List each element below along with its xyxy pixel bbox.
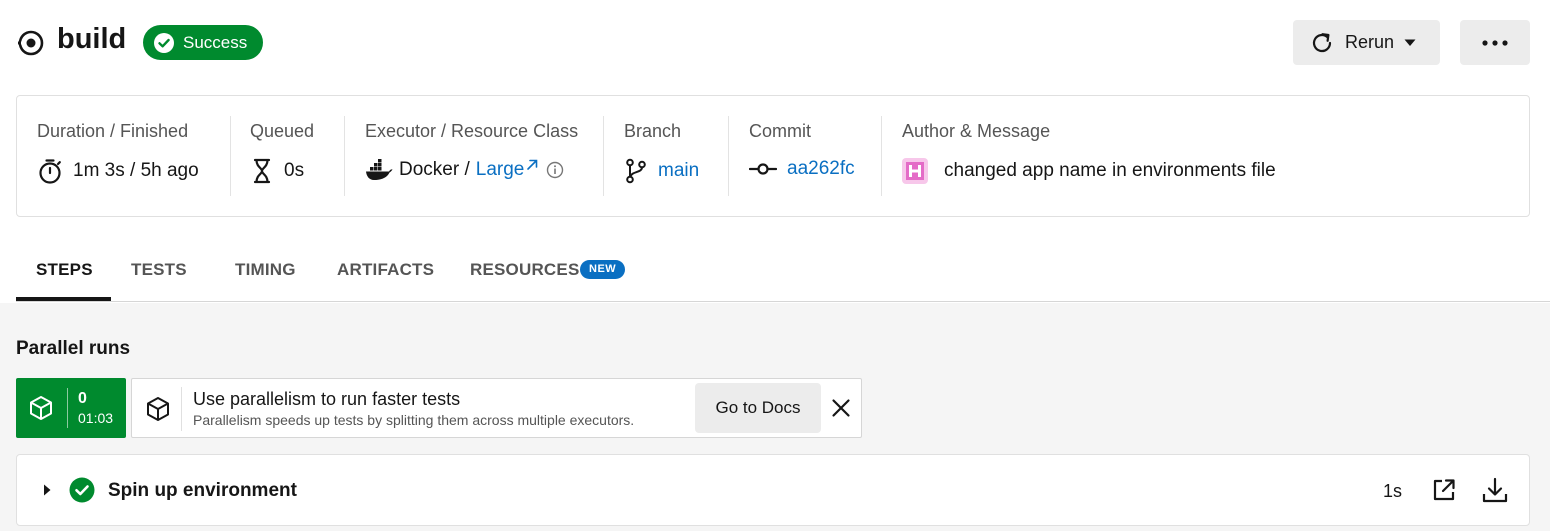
queued-label: Queued (250, 121, 315, 141)
tab-tests[interactable]: TESTS (131, 260, 187, 280)
hourglass-icon (253, 158, 271, 184)
divider (181, 387, 182, 431)
resource-class-link[interactable]: Large (476, 159, 525, 181)
tab-timing[interactable]: TIMING (235, 260, 296, 280)
check-circle-icon (154, 32, 174, 53)
info-icon[interactable] (546, 161, 564, 179)
step-name: Spin up environment (108, 480, 297, 501)
job-title: build (57, 23, 127, 55)
executor-label: Executor / Resource Class (365, 121, 579, 141)
docker-icon (366, 159, 393, 180)
container-box-icon (147, 397, 169, 421)
step-row[interactable]: Spin up environment 1s (16, 454, 1530, 526)
divider (603, 116, 604, 196)
tabs-divider (16, 301, 1550, 302)
divider (881, 116, 882, 196)
status-label: Success (183, 32, 248, 52)
divider (230, 116, 231, 196)
more-horizontal-icon (1482, 39, 1508, 46)
queued-value: 0s (284, 160, 305, 181)
divider (67, 388, 68, 428)
duration-value: 1m 3s / 5h ago (73, 160, 199, 181)
job-tabs: STEPS TESTS TIMING ARTIFACTS RESOURCES N… (16, 238, 1550, 302)
go-to-docs-button[interactable]: Go to Docs (695, 383, 821, 433)
promo-title: Use parallelism to run faster tests (193, 389, 461, 409)
avatar (902, 158, 928, 184)
commit-label: Commit (749, 121, 811, 141)
open-in-new-icon[interactable] (1431, 477, 1457, 503)
tab-resources[interactable]: RESOURCES (470, 260, 580, 280)
workflow-job-icon (18, 30, 44, 56)
job-header: build Success Rerun (16, 18, 1530, 66)
git-commit-icon (749, 163, 777, 175)
run-index: 0 (78, 390, 87, 407)
rerun-button[interactable]: Rerun (1293, 20, 1440, 65)
branch-link[interactable]: main (658, 160, 699, 182)
step-duration: 1s (1383, 481, 1403, 501)
parallel-runs-title: Parallel runs (16, 338, 131, 359)
tab-steps[interactable]: STEPS (36, 260, 93, 280)
duration-label: Duration / Finished (37, 121, 189, 141)
parallel-run-tile[interactable]: 0 01:03 (16, 378, 126, 438)
parallelism-promo: Use parallelism to run faster tests Para… (131, 378, 862, 438)
branch-label: Branch (624, 121, 682, 141)
divider (728, 116, 729, 196)
divider (344, 116, 345, 196)
tab-artifacts[interactable]: ARTIFACTS (337, 260, 434, 280)
steps-panel: Parallel runs 0 01:03 Use parallelism to… (0, 303, 1550, 531)
new-badge: NEW (580, 260, 626, 279)
close-icon[interactable] (830, 397, 852, 419)
author-label: Author & Message (902, 121, 1051, 141)
git-branch-icon (626, 158, 646, 184)
external-link-icon[interactable] (526, 158, 538, 172)
more-actions-button[interactable] (1460, 20, 1530, 65)
refresh-icon (1312, 32, 1332, 52)
success-check-icon (69, 477, 95, 503)
commit-message: changed app name in environments file (944, 160, 1276, 181)
executor-value: Docker / (399, 159, 470, 180)
promo-subtitle: Parallelism speeds up tests by splitting… (193, 412, 635, 428)
download-icon[interactable] (1481, 476, 1509, 504)
caret-right-icon[interactable] (42, 483, 52, 497)
status-badge: Success (143, 25, 264, 60)
container-box-icon (30, 396, 52, 420)
run-time: 01:03 (78, 410, 114, 426)
stopwatch-icon (39, 159, 61, 184)
caret-down-icon (1404, 39, 1416, 46)
job-info-card: Duration / Finished 1m 3s / 5h ago Queue… (16, 95, 1530, 217)
rerun-label: Rerun (1345, 32, 1395, 52)
commit-link[interactable]: aa262fc (787, 158, 855, 180)
